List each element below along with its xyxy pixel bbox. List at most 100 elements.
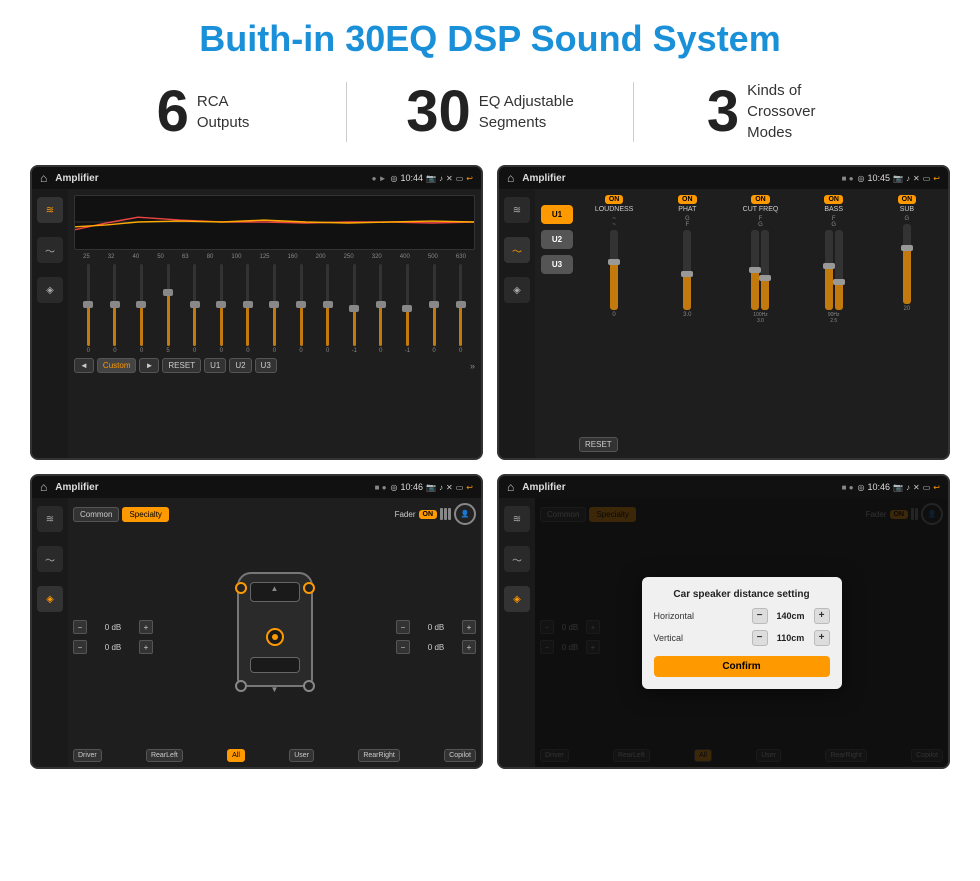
vol-plus-fl[interactable]: + xyxy=(139,620,153,634)
eq-slider-5[interactable]: 0 xyxy=(209,264,234,354)
preset-u3[interactable]: U3 xyxy=(541,255,573,274)
eq-slider-1[interactable]: 0 xyxy=(103,264,128,354)
horizontal-minus-btn[interactable]: − xyxy=(752,608,768,624)
side-icons-1: ≋ 〜 ◈ xyxy=(32,189,68,458)
eq-u2-btn[interactable]: U2 xyxy=(229,358,251,373)
vol-icon-4: ♪ xyxy=(906,483,910,492)
speaker-side-icon-2[interactable]: ◈ xyxy=(504,277,530,303)
crossover-reset-btn[interactable]: RESET xyxy=(579,437,618,452)
home-icon-2[interactable]: ⌂ xyxy=(507,171,514,185)
phat-on[interactable]: ON xyxy=(678,195,697,204)
tab-specialty-3[interactable]: Specialty xyxy=(122,507,168,522)
back-icon-1[interactable]: ↩ xyxy=(466,174,473,183)
fader-knob-icon[interactable]: 👤 xyxy=(454,503,476,525)
eq-side-icon-3[interactable]: ≋ xyxy=(37,506,63,532)
stat-rca-number: 6 xyxy=(157,83,189,141)
btn-rearleft[interactable]: RearLeft xyxy=(146,749,183,762)
eq-u1-btn[interactable]: U1 xyxy=(204,358,226,373)
eq-slider-7[interactable]: 0 xyxy=(262,264,287,354)
window-icon-2: ▭ xyxy=(923,174,931,183)
eq-side-icon-2[interactable]: ≋ xyxy=(504,197,530,223)
time-1: 10:44 xyxy=(401,173,424,183)
home-icon-3[interactable]: ⌂ xyxy=(40,480,47,494)
eq-slider-9[interactable]: 0 xyxy=(315,264,340,354)
wave-side-icon-2[interactable]: 〜 xyxy=(504,237,530,263)
close-icon-1: ✕ xyxy=(446,174,453,183)
eq-side-icon-4[interactable]: ≋ xyxy=(504,506,530,532)
stat-rca-text: RCA Outputs xyxy=(197,91,250,133)
eq-slider-2[interactable]: 0 xyxy=(129,264,154,354)
eq-reset-btn[interactable]: RESET xyxy=(162,358,201,373)
loudness-on[interactable]: ON xyxy=(605,195,624,204)
eq-slider-3[interactable]: 5 xyxy=(156,264,181,354)
eq-sliders: 0 0 0 xyxy=(74,264,475,354)
eq-slider-13[interactable]: 0 xyxy=(422,264,447,354)
loudness-slider[interactable] xyxy=(610,230,618,310)
speaker-side-icon[interactable]: ◈ xyxy=(37,277,63,303)
phat-slider[interactable] xyxy=(683,230,691,310)
screen2-main: U1 U2 U3 ON LOUDNESS ON xyxy=(535,189,948,458)
eq-slider-4[interactable]: 0 xyxy=(182,264,207,354)
eq-side-icon[interactable]: ≋ xyxy=(37,197,63,223)
play-dots-1: ● ► xyxy=(372,174,387,183)
screen1-main: 2532405063 80100125160200 25032040050063… xyxy=(68,189,481,458)
play-dots-2: ■ ● xyxy=(842,174,854,183)
eq-slider-0[interactable]: 0 xyxy=(76,264,101,354)
eq-slider-6[interactable]: 0 xyxy=(236,264,261,354)
vol-minus-fr[interactable]: − xyxy=(396,620,410,634)
bass-on[interactable]: ON xyxy=(824,195,843,204)
speaker-side-icon-4[interactable]: ◈ xyxy=(504,586,530,612)
vertical-plus-btn[interactable]: + xyxy=(814,630,830,646)
wave-side-icon[interactable]: 〜 xyxy=(37,237,63,263)
vertical-label: Vertical xyxy=(654,633,684,643)
cutfreq-slider-f[interactable] xyxy=(751,230,759,310)
home-icon-1[interactable]: ⌂ xyxy=(40,171,47,185)
location-icon-2: ◎ xyxy=(858,174,865,183)
eq-slider-10[interactable]: -1 xyxy=(342,264,367,354)
eq-prev-btn[interactable]: ◄ xyxy=(74,358,94,373)
vol-minus-rr[interactable]: − xyxy=(396,640,410,654)
eq-slider-11[interactable]: 0 xyxy=(369,264,394,354)
eq-custom-btn[interactable]: Custom xyxy=(97,358,137,373)
sub-slider[interactable] xyxy=(903,224,911,304)
horizontal-plus-btn[interactable]: + xyxy=(814,608,830,624)
vol-plus-rr[interactable]: + xyxy=(462,640,476,654)
btn-driver[interactable]: Driver xyxy=(73,749,102,762)
cutfreq-on[interactable]: ON xyxy=(751,195,770,204)
btn-user[interactable]: User xyxy=(289,749,314,762)
window-icon-4: ▭ xyxy=(923,483,931,492)
back-icon-2[interactable]: ↩ xyxy=(933,174,940,183)
eq-u3-btn[interactable]: U3 xyxy=(255,358,277,373)
window-icon-3: ▭ xyxy=(456,483,464,492)
fader-on-btn[interactable]: ON xyxy=(419,510,438,519)
preset-u2[interactable]: U2 xyxy=(541,230,573,249)
btn-rearright[interactable]: RearRight xyxy=(358,749,400,762)
btn-copilot[interactable]: Copilot xyxy=(444,749,476,762)
confirm-button[interactable]: Confirm xyxy=(654,656,830,677)
preset-u1[interactable]: U1 xyxy=(541,205,573,224)
eq-slider-12[interactable]: -1 xyxy=(395,264,420,354)
speaker-side-icon-3[interactable]: ◈ xyxy=(37,586,63,612)
speaker-distance-dialog: Car speaker distance setting Horizontal … xyxy=(642,577,842,689)
vol-plus-fr[interactable]: + xyxy=(462,620,476,634)
side-icons-4: ≋ 〜 ◈ xyxy=(499,498,535,767)
vol-plus-rl[interactable]: + xyxy=(139,640,153,654)
btn-all[interactable]: All xyxy=(227,749,245,762)
vol-minus-rl[interactable]: − xyxy=(73,640,87,654)
tab-common-3[interactable]: Common xyxy=(73,507,119,522)
sub-on[interactable]: ON xyxy=(898,195,917,204)
bass-slider-g[interactable] xyxy=(835,230,843,310)
back-icon-3[interactable]: ↩ xyxy=(466,483,473,492)
back-icon-4[interactable]: ↩ xyxy=(933,483,940,492)
bass-slider-f[interactable] xyxy=(825,230,833,310)
wave-side-icon-4[interactable]: 〜 xyxy=(504,546,530,572)
screen2-content: ≋ 〜 ◈ U1 U2 U3 ON L xyxy=(499,189,948,458)
eq-slider-8[interactable]: 0 xyxy=(289,264,314,354)
wave-side-icon-3[interactable]: 〜 xyxy=(37,546,63,572)
eq-slider-14[interactable]: 0 xyxy=(448,264,473,354)
eq-next-btn[interactable]: ► xyxy=(139,358,159,373)
vol-minus-fl[interactable]: − xyxy=(73,620,87,634)
vertical-minus-btn[interactable]: − xyxy=(752,630,768,646)
cutfreq-slider-g[interactable] xyxy=(761,230,769,310)
home-icon-4[interactable]: ⌂ xyxy=(507,480,514,494)
